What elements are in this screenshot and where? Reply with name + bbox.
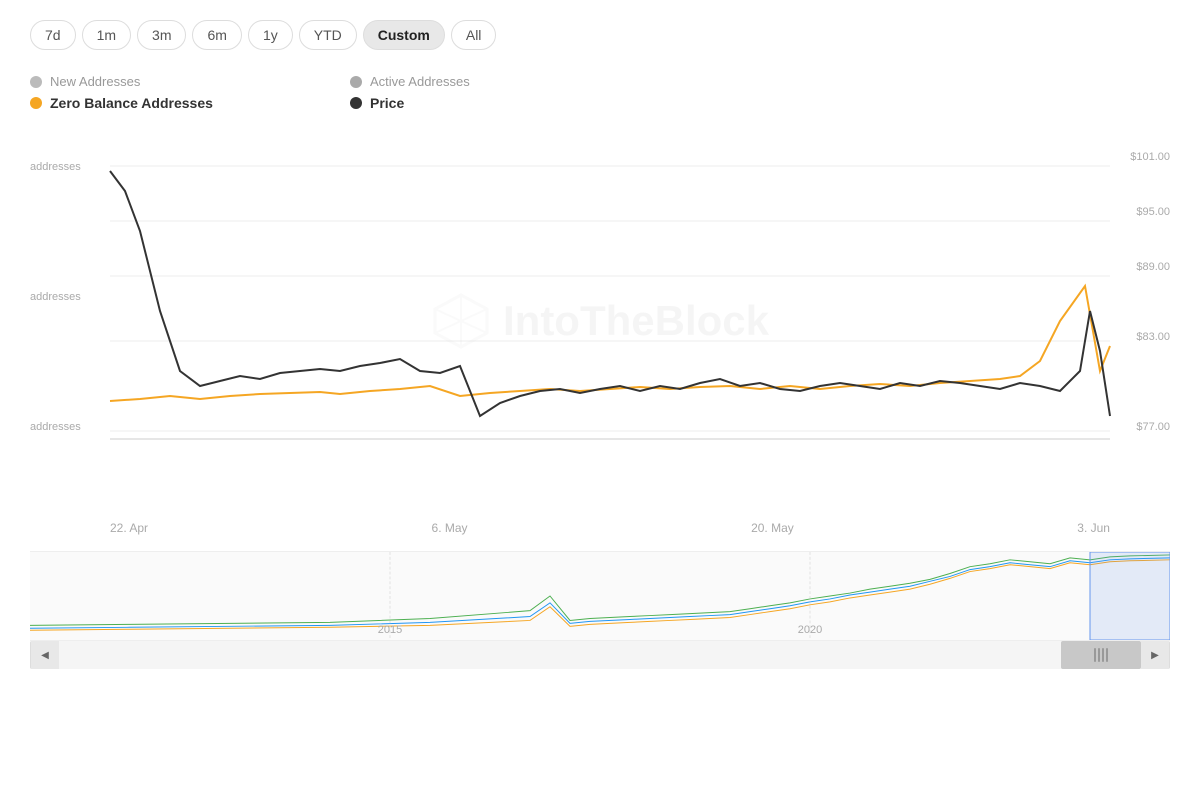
scroll-right-button[interactable]: ▶ [1141, 641, 1169, 669]
legend-item-active-addresses: Active Addresses [350, 74, 630, 89]
time-filter-bar: 7d1m3m6m1yYTDCustomAll [30, 20, 1170, 50]
filter-btn-1y[interactable]: 1y [248, 20, 293, 50]
y-axis-right-label-3: $89.00 [1136, 261, 1170, 273]
legend-item-zero-balance: Zero Balance Addresses [30, 95, 310, 111]
x-label-2: 6. May [432, 521, 468, 535]
filter-btn-all[interactable]: All [451, 20, 497, 50]
y-axis-left-label-1: addresses [30, 161, 81, 173]
y-axis-right-label-2: $95.00 [1136, 206, 1170, 218]
x-label-1: 22. Apr [110, 521, 148, 535]
chart-legend: New Addresses Active Addresses Zero Balanc… [30, 74, 630, 111]
mini-x-label-2015: 2015 [378, 624, 402, 636]
x-label-4: 3. Jun [1077, 521, 1110, 535]
legend-label-price: Price [370, 95, 404, 111]
legend-dot-price [350, 97, 362, 109]
main-container: 7d1m3m6m1yYTDCustomAll New Addresses Acti… [0, 0, 1200, 689]
filter-btn-3m[interactable]: 3m [137, 20, 186, 50]
mini-chart-svg [30, 552, 1170, 640]
legend-dot-new-addresses [30, 76, 42, 88]
y-axis-right-label-5: $77.00 [1136, 421, 1170, 433]
filter-btn-6m[interactable]: 6m [192, 20, 241, 50]
legend-item-price: Price [350, 95, 630, 111]
x-axis-labels: 22. Apr 6. May 20. May 3. Jun [30, 521, 1170, 535]
filter-btn-ytd[interactable]: YTD [299, 20, 357, 50]
scroll-left-button[interactable]: ◀ [31, 641, 59, 669]
main-chart-area: IntoTheBlock addresses addresses address… [30, 131, 1170, 511]
y-axis-right-label-1: $101.00 [1130, 151, 1170, 163]
scroll-thumb-handle [1094, 648, 1108, 662]
mini-x-label-2020: 2020 [798, 624, 822, 636]
scrollbar[interactable]: ◀ ▶ [30, 641, 1170, 669]
y-axis-left-label-3: addresses [30, 421, 81, 433]
legend-label-active-addresses: Active Addresses [370, 74, 470, 89]
y-axis-right-label-4: $83.00 [1136, 331, 1170, 343]
mini-chart-area: 2015 2020 [30, 551, 1170, 641]
scroll-thumb[interactable] [1061, 641, 1141, 669]
legend-label-new-addresses: New Addresses [50, 74, 140, 89]
legend-dot-zero-balance [30, 97, 42, 109]
legend-item-new-addresses: New Addresses [30, 74, 310, 89]
main-chart-svg [30, 131, 1170, 511]
legend-dot-active-addresses [350, 76, 362, 88]
filter-btn-7d[interactable]: 7d [30, 20, 76, 50]
legend-label-zero-balance: Zero Balance Addresses [50, 95, 213, 111]
filter-btn-custom[interactable]: Custom [363, 20, 445, 50]
y-axis-left-label-2: addresses [30, 291, 81, 303]
filter-btn-1m[interactable]: 1m [82, 20, 131, 50]
scroll-track [59, 641, 1141, 669]
x-label-3: 20. May [751, 521, 794, 535]
